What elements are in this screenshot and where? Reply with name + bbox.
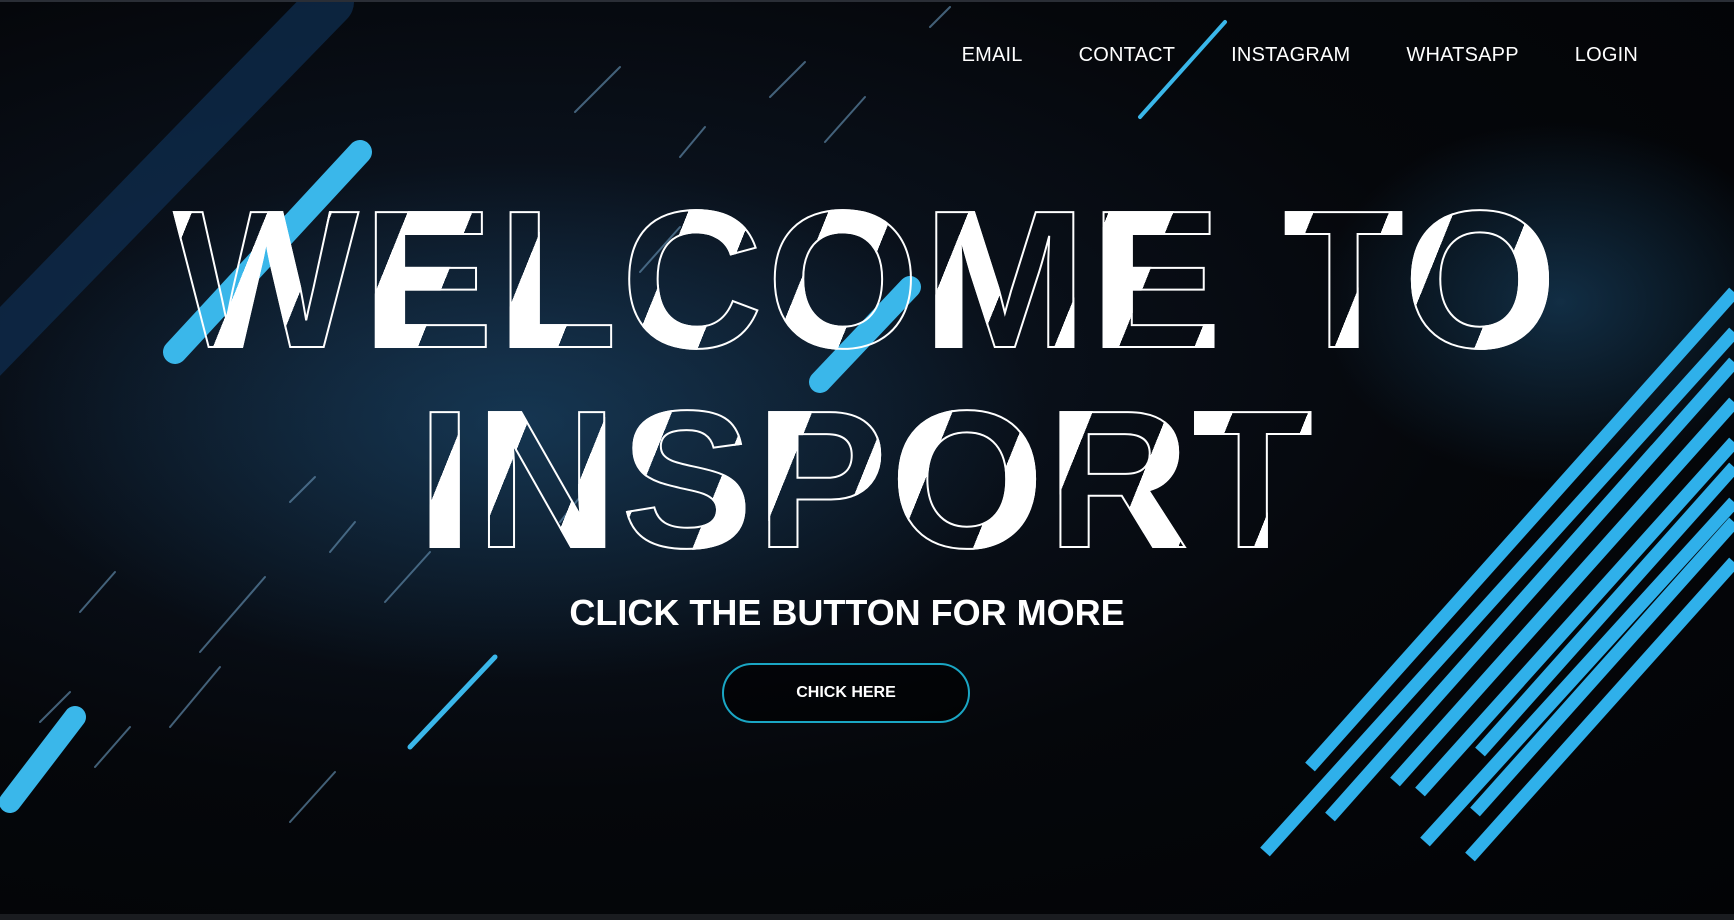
hero-title-line-2: INSPORT xyxy=(416,370,1317,589)
cta-button[interactable]: CHICK HERE xyxy=(722,663,970,723)
nav-item-email: EMAIL xyxy=(962,44,1023,67)
nav-link-instagram[interactable]: INSTAGRAM xyxy=(1231,44,1350,66)
top-navigation: EMAIL CONTACT INSTAGRAM WHATSAPP LOGIN xyxy=(906,44,1638,67)
hero-subtitle: CLICK THE BUTTON FOR MORE xyxy=(569,592,1125,633)
nav-link-contact[interactable]: CONTACT xyxy=(1079,44,1176,66)
nav-link-login[interactable]: LOGIN xyxy=(1575,44,1638,66)
hero-title: WELCOME TO INSPORT xyxy=(0,170,1734,589)
nav-item-login: LOGIN xyxy=(1575,44,1638,67)
nav-link-email[interactable]: EMAIL xyxy=(962,44,1023,66)
hero-title-line-1: WELCOME TO xyxy=(173,170,1561,389)
landing-page: EMAIL CONTACT INSTAGRAM WHATSAPP LOGIN W… xyxy=(0,0,1734,920)
nav-item-whatsapp: WHATSAPP xyxy=(1406,44,1518,67)
nav-item-contact: CONTACT xyxy=(1079,44,1176,67)
nav-link-whatsapp[interactable]: WHATSAPP xyxy=(1406,44,1518,66)
nav-item-instagram: INSTAGRAM xyxy=(1231,44,1350,67)
